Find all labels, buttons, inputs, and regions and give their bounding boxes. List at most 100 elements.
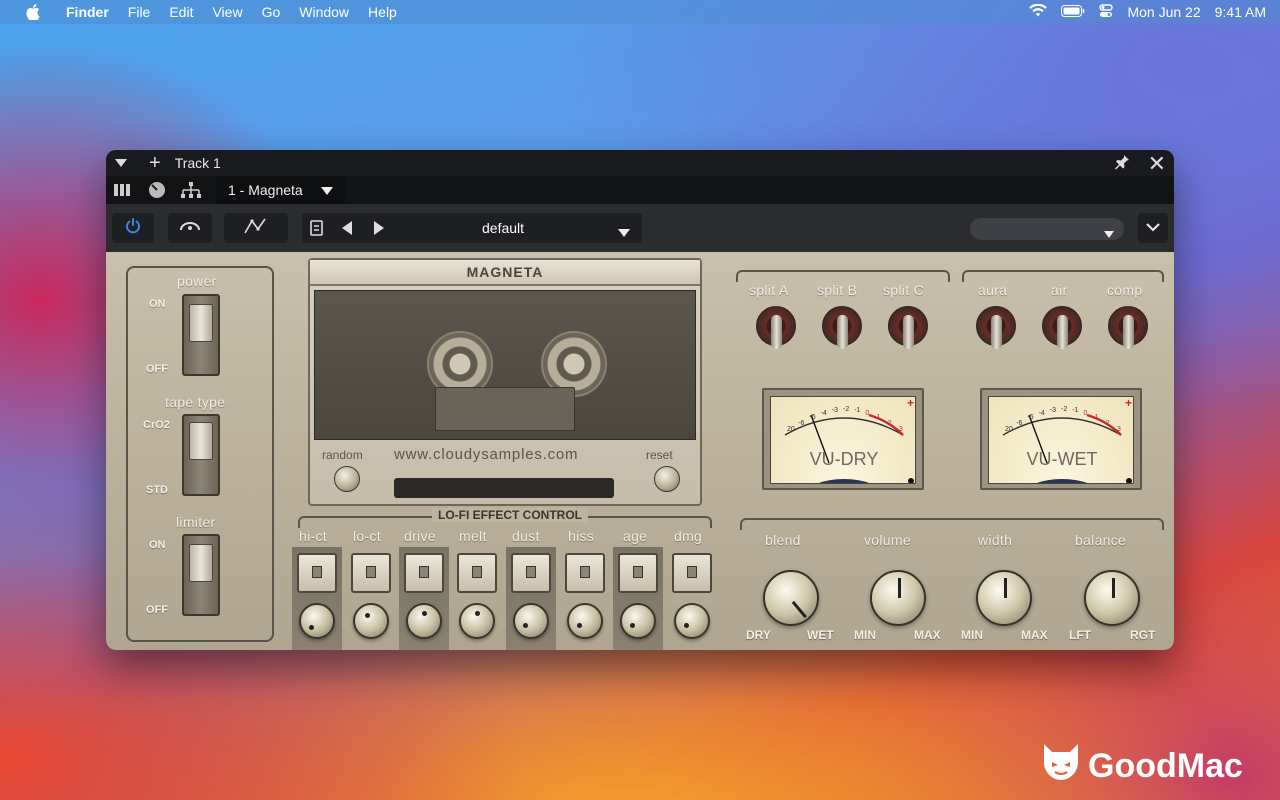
- dmg-button[interactable]: [672, 553, 712, 593]
- menu-view[interactable]: View: [212, 4, 242, 20]
- vu-wet-label: VU-WET: [1026, 449, 1098, 469]
- wifi-icon[interactable]: [1029, 3, 1048, 20]
- next-preset-icon[interactable]: [374, 221, 384, 238]
- power-toggle-button[interactable]: [112, 213, 154, 243]
- plugin-slot-name: 1 - Magneta: [228, 182, 303, 198]
- hi-ct-knob[interactable]: [299, 603, 335, 639]
- options-dropdown[interactable]: [970, 218, 1124, 240]
- hi-ct-button[interactable]: [297, 553, 337, 593]
- preset-name: default: [482, 220, 525, 236]
- plugin-slot-select[interactable]: 1 - Magneta: [216, 176, 345, 204]
- svg-text:+: +: [907, 397, 914, 410]
- lofi-label-lo-ct: lo-ct: [353, 528, 381, 544]
- lofi-drive: [399, 547, 449, 650]
- tape-type-switch[interactable]: [182, 414, 220, 496]
- hiss-knob[interactable]: [567, 603, 603, 639]
- dust-knob[interactable]: [513, 603, 549, 639]
- random-label: random: [322, 448, 363, 462]
- drive-knob[interactable]: [406, 603, 442, 639]
- chevron-down-icon: [320, 182, 333, 198]
- width-knob[interactable]: [976, 570, 1032, 626]
- limiter-switch[interactable]: [182, 534, 220, 616]
- melt-knob[interactable]: [459, 603, 495, 639]
- vu-tick-label: -5: [1027, 414, 1033, 421]
- tape-type-top-label: CrO2: [143, 419, 170, 431]
- menu-date[interactable]: Mon Jun 22: [1127, 4, 1200, 20]
- prev-preset-icon[interactable]: [342, 221, 352, 238]
- vu-dry-label: VU-DRY: [809, 449, 879, 469]
- menu-finder[interactable]: Finder: [66, 4, 109, 20]
- split-a-toggle[interactable]: [756, 306, 796, 349]
- battery-icon[interactable]: [1061, 4, 1085, 20]
- balance-knob[interactable]: [1084, 570, 1140, 626]
- cassette-display: MAGNETA random www.cloudysamples.com res…: [308, 258, 702, 506]
- lofi-hi-ct: [292, 547, 342, 650]
- pin-icon[interactable]: [1114, 154, 1130, 173]
- vu-tick-label: 0: [865, 410, 869, 417]
- expand-chevron-icon: [1146, 219, 1160, 237]
- drive-button[interactable]: [404, 553, 444, 593]
- knobs-bracket: [740, 518, 1164, 530]
- volume-max-label: MAX: [914, 628, 941, 642]
- melt-button[interactable]: [457, 553, 497, 593]
- apple-icon[interactable]: [26, 4, 42, 20]
- power-switch[interactable]: [182, 294, 220, 376]
- collapse-triangle-icon[interactable]: [115, 159, 127, 167]
- split-c-label: split C: [883, 282, 924, 298]
- control-center-icon[interactable]: [1099, 3, 1114, 21]
- hiss-button[interactable]: [565, 553, 605, 593]
- add-icon[interactable]: +: [149, 153, 161, 173]
- tape-type-label: tape type: [165, 394, 226, 410]
- air-label: air: [1051, 282, 1068, 298]
- vu-wet-meter: + 20 -6 -5 -4 -3 -2 -1 0 1 2 3 VU-WET: [980, 388, 1142, 490]
- menu-bar: Finder File Edit View Go Window Help Mon…: [0, 0, 1280, 24]
- dial-icon[interactable]: [148, 181, 166, 199]
- close-icon[interactable]: ✕: [1148, 151, 1166, 177]
- vu-tick-label: 20: [787, 426, 795, 433]
- lofi-melt: [452, 547, 502, 650]
- vu-tick-label: -6: [798, 420, 804, 427]
- automation-curve-icon: [243, 217, 269, 240]
- preset-selector[interactable]: default: [302, 213, 642, 243]
- expand-button[interactable]: [1138, 213, 1168, 243]
- bars-icon[interactable]: [114, 182, 134, 198]
- power-on-label: ON: [149, 298, 166, 310]
- random-knob[interactable]: [334, 466, 360, 492]
- preset-file-icon[interactable]: [310, 220, 324, 239]
- lofi-label-dust: dust: [512, 528, 540, 544]
- lofi-title: LO-FI EFFECT CONTROL: [432, 508, 588, 522]
- menu-time[interactable]: 9:41 AM: [1215, 4, 1266, 20]
- lofi-label-melt: melt: [459, 528, 487, 544]
- split-b-toggle[interactable]: [822, 306, 862, 349]
- menu-edit[interactable]: Edit: [169, 4, 193, 20]
- vu-tick-label: 20: [1005, 426, 1013, 433]
- aura-toggle[interactable]: [976, 306, 1016, 349]
- volume-knob[interactable]: [870, 570, 926, 626]
- sidechain-button[interactable]: [168, 213, 212, 243]
- balance-label: balance: [1075, 532, 1127, 548]
- comp-toggle[interactable]: [1108, 306, 1148, 349]
- air-toggle[interactable]: [1042, 306, 1082, 349]
- dmg-knob[interactable]: [674, 603, 710, 639]
- cassette-bottom: random www.cloudysamples.com reset: [314, 444, 696, 502]
- automation-button[interactable]: [224, 213, 288, 243]
- routing-icon[interactable]: [180, 181, 202, 199]
- age-button[interactable]: [618, 553, 658, 593]
- menu-go[interactable]: Go: [262, 4, 281, 20]
- lofi-label-drive: drive: [404, 528, 436, 544]
- vu-tick-label: -5: [809, 414, 815, 421]
- lofi-age: [613, 547, 663, 650]
- dust-button[interactable]: [511, 553, 551, 593]
- menu-window[interactable]: Window: [299, 4, 349, 20]
- menu-help[interactable]: Help: [368, 4, 397, 20]
- reset-knob[interactable]: [654, 466, 680, 492]
- lofi-label-hi-ct: hi-ct: [299, 528, 327, 544]
- split-c-toggle[interactable]: [888, 306, 928, 349]
- lo-ct-knob[interactable]: [353, 603, 389, 639]
- lo-ct-button[interactable]: [351, 553, 391, 593]
- age-knob[interactable]: [620, 603, 656, 639]
- blend-knob[interactable]: [763, 570, 819, 626]
- menu-file[interactable]: File: [128, 4, 151, 20]
- tape-guide: [435, 387, 575, 431]
- extras-bracket: [962, 270, 1164, 282]
